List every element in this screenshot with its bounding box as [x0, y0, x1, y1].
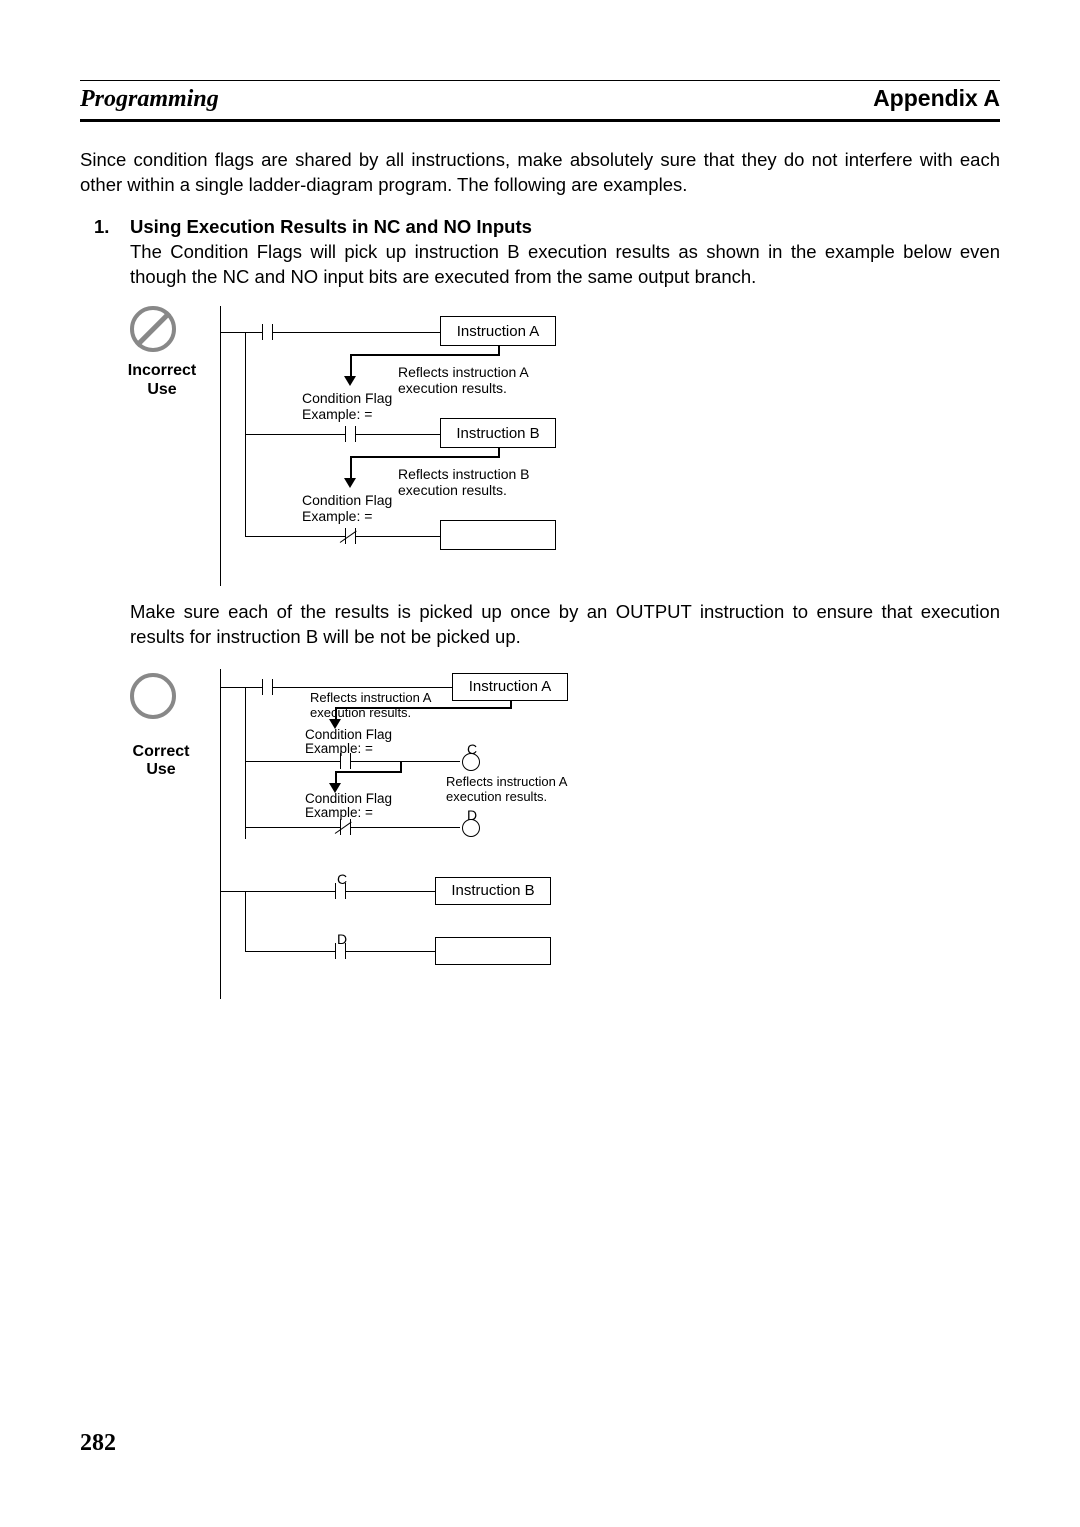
output-coil-d	[462, 819, 480, 837]
note-reflects-a2: Reflects instruction A execution results…	[310, 691, 431, 721]
box-empty-1	[440, 520, 556, 550]
header-right: Appendix A	[873, 85, 1000, 112]
cf-label-2: Condition Flag	[302, 492, 392, 508]
item-title: Using Execution Results in NC and NO Inp…	[130, 216, 532, 237]
item-number: 1.	[80, 216, 130, 290]
diagram-incorrect: Incorrect Use Instruction A Reflects ins…	[130, 306, 1000, 586]
ex-label-2: Example: =	[302, 508, 372, 524]
prohibited-icon	[130, 306, 176, 352]
ex-label-4: Example: =	[305, 805, 373, 821]
box-instruction-b2: Instruction B	[435, 877, 551, 905]
ok-icon	[130, 673, 176, 719]
note-reflects-a3: Reflects instruction A execution results…	[446, 775, 567, 805]
arrow-down-icon	[344, 478, 356, 488]
label-instruction-b: Instruction B	[456, 425, 539, 442]
list-item-1: 1. Using Execution Results in NC and NO …	[80, 216, 1000, 290]
ex-label-3: Example: =	[305, 741, 373, 757]
rule-top-thick	[80, 119, 1000, 122]
note-reflects-b: Reflects instruction B execution results…	[398, 466, 530, 498]
intro-paragraph: Since condition flags are shared by all …	[80, 148, 1000, 198]
side-label-incorrect: Incorrect Use	[122, 362, 202, 399]
cf-label-1: Condition Flag	[302, 390, 392, 406]
box-empty-2	[435, 937, 551, 965]
mid-paragraph: Make sure each of the results is picked …	[130, 600, 1000, 650]
label-instruction-a2: Instruction A	[469, 678, 552, 695]
ex-label-1: Example: =	[302, 406, 372, 422]
box-instruction-a2: Instruction A	[452, 673, 568, 701]
page: Programming Appendix A Since condition f…	[0, 0, 1080, 1527]
box-instruction-a: Instruction A	[440, 316, 556, 346]
item-text: The Condition Flags will pick up instruc…	[130, 240, 1000, 290]
note-reflects-a: Reflects instruction A execution results…	[398, 364, 529, 396]
page-header: Programming Appendix A	[80, 81, 1000, 119]
side-label-correct: Correct Use	[126, 743, 196, 780]
output-coil-c	[462, 753, 480, 771]
page-number: 282	[80, 1430, 116, 1457]
header-left: Programming	[80, 86, 219, 113]
label-instruction-b2: Instruction B	[451, 882, 534, 899]
diagram-correct: Correct Use Instruction A Reflects instr…	[130, 669, 1000, 999]
box-instruction-b: Instruction B	[440, 418, 556, 448]
label-instruction-a: Instruction A	[457, 323, 540, 340]
arrow-down-icon	[344, 376, 356, 386]
